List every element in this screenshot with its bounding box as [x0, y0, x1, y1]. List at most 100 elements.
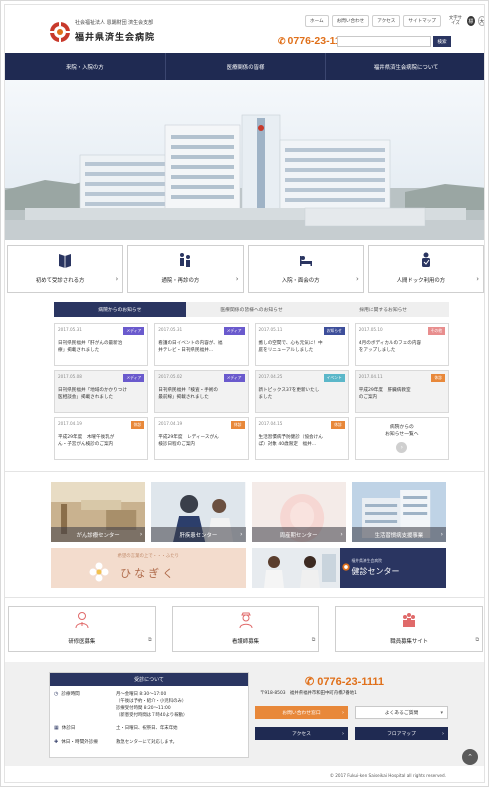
access-link[interactable]: アクセス [372, 15, 401, 27]
news-card[interactable]: 2017.04.25 イベント 新トピックス37を更新いたし ました [254, 370, 349, 413]
phone-icon: ✆ [278, 36, 286, 46]
checkup-staff-photo [251, 548, 340, 588]
news-category-badge: メディア [223, 327, 245, 335]
chevron-right-icon: › [240, 531, 243, 538]
chevron-right-icon: › [396, 442, 408, 453]
chevron-right-icon: › [476, 275, 479, 283]
tab-recruit-news[interactable]: 採用に関するお知らせ [317, 302, 449, 317]
news-card[interactable]: 2017.04.15 休診 生活習慣病予防健診（協会けん ぽ）対象 40歳限定 福井… [254, 417, 349, 460]
news-category-badge: メディア [223, 374, 245, 382]
chevron-down-icon: ▾ [440, 709, 443, 716]
recruit-link-staff[interactable]: 職員募集サイト ⧉ [335, 606, 484, 652]
hours-key-label: 休診日 [61, 726, 76, 731]
sitemap-link[interactable]: サイトマップ [403, 15, 441, 27]
recruit-label: 職員募集サイト [390, 639, 429, 645]
search-button[interactable]: 検索 [433, 36, 451, 47]
center-label: 肝疾患センター [179, 532, 218, 539]
quick-link-label: 入院・面会の方 [281, 278, 320, 284]
saiseikai-logo-icon[interactable] [49, 21, 71, 43]
nav-item-patients[interactable]: 来院・入院の方 [5, 53, 165, 80]
recruit-label: 看護師募集 [232, 639, 259, 645]
chevron-right-icon: › [139, 531, 143, 538]
quick-link-first-visit[interactable]: 初めて受診される方 › [7, 245, 124, 293]
news-card[interactable]: 2017.05.02 メディア 日刊県民福井「検査・手術の 最前線」掲載されました [154, 370, 249, 413]
hours-key: ◷ 診療時間 [54, 691, 116, 719]
outpatient-icon [180, 253, 191, 267]
footer-address: 〒918-8503 福井県福井市和田中町舟橋7番地1 [260, 691, 357, 696]
nav-item-about[interactable]: 福井県済生会病院について [325, 53, 484, 80]
news-card[interactable]: 2017.05.10 その他 4月のボディカルのフェの内容 をアップしました [354, 323, 449, 366]
consultation-hours-panel: 受診について ◷ 診療時間 月〜金曜日 8:30〜17:00 （午後は予約・紹介・… [49, 672, 249, 758]
nav-item-medical[interactable]: 医療関係の皆様 [164, 53, 326, 80]
recruit-link-resident[interactable]: 研修医募集 ⧉ [8, 606, 156, 652]
external-link-icon: ⧉ [475, 637, 480, 643]
news-title: 日刊県民福井「地域のかかりつけ 医相談会」掲載されました [58, 388, 127, 400]
center-label-bar: 周産期センター › [251, 527, 346, 542]
bed-icon [299, 256, 312, 266]
center-label-bar: がん診療センター › [51, 527, 146, 542]
quick-link-inpatient[interactable]: 入院・面会の方 › [247, 245, 364, 293]
hours-key: ▦ 休診日 [54, 725, 116, 732]
chevron-right-icon: › [235, 275, 239, 283]
saiseikai-logo-icon [341, 563, 350, 571]
quick-link-label: 人間ドック利用の方 [396, 278, 446, 284]
contact-button[interactable]: お問い合わせ窓口 › [255, 706, 348, 719]
news-card[interactable]: 2017.04.11 休診 平成29年度 肝臓病教室 のご案内 [354, 370, 449, 413]
hinagiku-subtitle: 希望の言葉の上で・・・ふたり [117, 554, 179, 559]
news-category-badge: 休診 [431, 374, 445, 382]
font-size-standard-button[interactable]: 標 [466, 16, 475, 26]
footer-phone-number: 0776-23-1111 [317, 676, 384, 688]
access-button[interactable]: アクセス › [255, 727, 348, 740]
checkup-subtitle: 福井県済生会病院 [351, 558, 382, 563]
hero-hospital-photo [5, 80, 484, 240]
news-more-link[interactable]: 病院からの お知らせ一覧へ › [354, 417, 449, 460]
center-link-liver[interactable]: 肝疾患センター › [151, 482, 246, 542]
recruit-links: 研修医募集 ⧉ 看護師募集 ⧉ 職員募集サイト ⧉ [7, 606, 484, 652]
hours-key: ✚ 休日・時間外診療 [54, 739, 116, 746]
contact-link[interactable]: お問い合わせ [331, 15, 370, 27]
center-link-perinatal[interactable]: 周産期センター › [251, 482, 346, 542]
copyright-bar: © 2017 Fukui-ken Saiseikai Hospital all … [5, 768, 484, 782]
phone-icon: ✆ [305, 676, 315, 688]
news-card[interactable]: 2017.05.11 お知らせ 癒しの空間で、心も元気に！中 庭をリニューアルしまし… [254, 323, 349, 366]
center-link-cancer[interactable]: がん診療センター › [51, 482, 146, 542]
tab-medical-news[interactable]: 医療関係の皆様へのお知らせ [186, 302, 318, 317]
hours-key-label: 休日・時間外診療 [61, 740, 98, 745]
hinagiku-title: ひなぎく [120, 567, 177, 580]
font-size-large-button[interactable]: 大 [477, 16, 484, 26]
faq-select-label: よくあるご質問 [384, 711, 419, 716]
news-card[interactable]: 2017.04.19 休診 平成29年度 木曜午後乳が ん・子宮がん検診のご案内 [54, 417, 149, 460]
quick-link-checkup[interactable]: 人間ドック利用の方 › [367, 245, 484, 293]
news-card[interactable]: 2017.04.19 休診 平成29年度 レディースがん 検診日程のご案内 [154, 417, 249, 460]
hinagiku-banner[interactable]: 希望の言葉の上で・・・ふたり ひなぎく [51, 548, 246, 588]
news-card[interactable]: 2017.05.31 メディア 日刊県民福井「肝がんの最新治 療」掲載されました [54, 323, 149, 366]
floor-map-button[interactable]: フロアマップ › [355, 727, 448, 740]
news-title: 平成29年度 レディースがん 検診日程のご案内 [158, 435, 219, 447]
news-title: 癒しの空間で、心も元気に！中 庭をリニューアルしました [258, 341, 323, 353]
health-checkup-banner[interactable]: 福井県済生会病院 健診センター [251, 548, 446, 588]
news-card[interactable]: 2017.05.31 メディア 看護の日イベントの内容が、福 井テレビ・日刊県民福井… [154, 323, 249, 366]
news-card[interactable]: 2017.05.08 メディア 日刊県民福井「地域のかかりつけ 医相談会」掲載されま… [54, 370, 149, 413]
center-link-lifestyle[interactable]: 生活習慣病支援事業 › [351, 482, 446, 542]
chevron-right-icon: › [342, 709, 344, 716]
faq-select[interactable]: よくあるご質問 ▾ [355, 706, 448, 719]
tab-hospital-news[interactable]: 病院からのお知らせ [54, 302, 186, 317]
section-divider [5, 597, 484, 598]
news-category-badge: 休診 [230, 421, 245, 429]
hours-value: 救急センターにて対応します。 [116, 740, 178, 745]
global-nav: 来院・入院の方 医療関係の皆様 福井県済生会病院について [5, 53, 484, 80]
hours-row: ✚ 休日・時間外診療 救急センターにて対応します。 [54, 739, 177, 746]
page-top-button[interactable]: ⌃ [462, 749, 478, 765]
footer-phone[interactable]: ✆ 0776-23-1111 [305, 675, 384, 688]
quick-link-outpatient[interactable]: 通院・再診の方 › [127, 245, 244, 293]
news-grid: 2017.05.31 メディア 日刊県民福井「肝がんの最新治 療」掲載されました 20… [54, 323, 449, 461]
doctor-icon [75, 612, 89, 629]
news-title: 4月のボディカルのフェの内容 をアップしました [358, 341, 422, 353]
copyright-text: © 2017 Fukui-ken Saiseikai Hospital all … [329, 773, 446, 778]
search-input[interactable] [337, 36, 431, 47]
recruit-link-nurse[interactable]: 看護師募集 ⧉ [171, 606, 320, 652]
hospital-name[interactable]: 福井県済生会病院 [75, 30, 155, 43]
home-link[interactable]: ホーム [305, 15, 329, 27]
chevron-right-icon: › [355, 275, 359, 283]
quick-link-label: 初めて受診される方 [35, 278, 85, 284]
